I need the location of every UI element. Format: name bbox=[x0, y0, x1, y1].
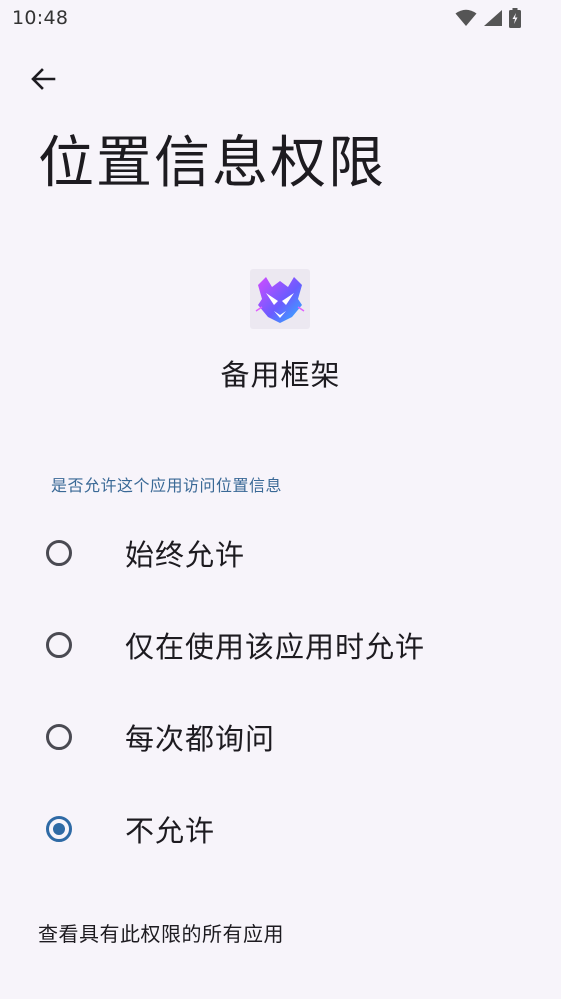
radio-button[interactable] bbox=[46, 724, 72, 750]
radio-button[interactable] bbox=[46, 540, 72, 566]
option-label: 始终允许 bbox=[125, 538, 246, 572]
permission-question: 是否允许这个应用访问位置信息 bbox=[51, 476, 283, 495]
radio-button-selected[interactable] bbox=[46, 816, 72, 842]
battery-charging-icon bbox=[509, 8, 521, 32]
status-bar: 10:48 bbox=[0, 0, 561, 38]
arrow-back-icon bbox=[29, 65, 57, 97]
wifi-icon bbox=[455, 9, 477, 31]
cellular-signal-icon bbox=[483, 9, 503, 31]
option-label: 每次都询问 bbox=[125, 722, 276, 756]
option-allow-while-using[interactable]: 仅在使用该应用时允许 bbox=[0, 599, 561, 691]
app-icon bbox=[250, 269, 310, 329]
status-icons bbox=[455, 8, 521, 32]
see-all-apps-link[interactable]: 查看具有此权限的所有应用 bbox=[38, 918, 284, 947]
option-label: 仅在使用该应用时允许 bbox=[125, 630, 426, 664]
option-deny[interactable]: 不允许 bbox=[0, 783, 561, 875]
app-name: 备用框架 bbox=[220, 358, 341, 392]
permission-options: 始终允许 仅在使用该应用时允许 每次都询问 不允许 bbox=[0, 507, 561, 875]
back-button[interactable] bbox=[20, 58, 66, 104]
radio-button[interactable] bbox=[46, 632, 72, 658]
option-allow-all-the-time[interactable]: 始终允许 bbox=[0, 507, 561, 599]
option-ask-every-time[interactable]: 每次都询问 bbox=[0, 691, 561, 783]
status-time: 10:48 bbox=[12, 7, 69, 29]
option-label: 不允许 bbox=[125, 814, 216, 848]
page-title: 位置信息权限 bbox=[38, 131, 386, 196]
